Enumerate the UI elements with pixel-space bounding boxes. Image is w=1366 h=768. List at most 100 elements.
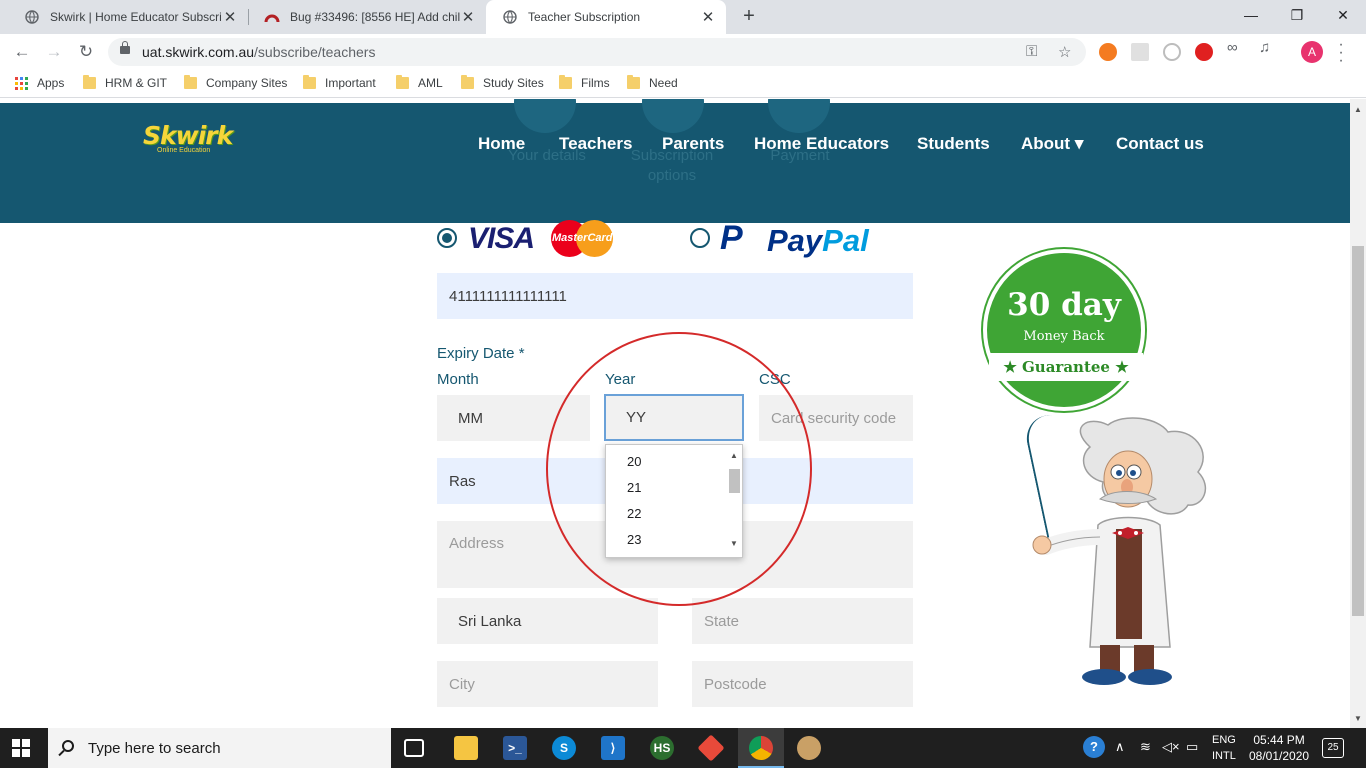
professor-mascot bbox=[1032, 417, 1207, 685]
help-icon[interactable]: ? bbox=[1083, 736, 1105, 758]
apps-icon bbox=[15, 76, 28, 90]
tab-title: Skwirk | Home Educator Subscrip bbox=[50, 10, 222, 24]
powershell-icon[interactable]: >_ bbox=[503, 736, 527, 760]
paint-icon[interactable] bbox=[797, 736, 821, 760]
folder-icon bbox=[396, 75, 409, 89]
bookmark-folder[interactable]: Important bbox=[303, 75, 376, 90]
new-tab-icon[interactable]: + bbox=[737, 4, 761, 28]
battery-icon[interactable]: ▭ bbox=[1186, 739, 1198, 755]
visa-logo: VISA bbox=[468, 222, 535, 255]
bookmarks-bar: Apps HRM & GIT Company Sites Important A… bbox=[0, 70, 1366, 98]
state-input[interactable]: State bbox=[692, 598, 913, 644]
city-input[interactable]: City bbox=[437, 661, 658, 707]
scroll-down-icon[interactable]: ▼ bbox=[1354, 714, 1362, 723]
tab-title: Bug #33496: [8556 HE] Add child bbox=[290, 10, 460, 24]
money-back-balloon: 30 day Money Back ★ Guarantee ★ bbox=[983, 249, 1145, 411]
search-icon bbox=[62, 740, 74, 752]
paypal-p-icon: P bbox=[720, 219, 743, 257]
infinity-icon[interactable]: ∞ bbox=[1227, 39, 1245, 57]
extension-icon[interactable] bbox=[1099, 43, 1117, 61]
skwirk-logo[interactable]: Skwirk Online Education bbox=[143, 121, 233, 154]
tab-home-educator[interactable]: Skwirk | Home Educator Subscrip ✕ bbox=[8, 0, 248, 34]
nav-parents[interactable]: Parents bbox=[662, 134, 724, 154]
bookmark-folder[interactable]: HRM & GIT bbox=[83, 75, 167, 90]
country-select[interactable]: Sri Lanka bbox=[437, 598, 658, 644]
menu-icon[interactable]: · · · bbox=[1336, 37, 1346, 69]
tab-strip: Skwirk | Home Educator Subscrip ✕ Bug #3… bbox=[0, 0, 1366, 34]
nav-about[interactable]: About ▾ bbox=[1021, 134, 1083, 154]
step-circle bbox=[642, 99, 704, 133]
close-tab-icon[interactable]: ✕ bbox=[222, 8, 238, 26]
postcode-input[interactable]: Postcode bbox=[692, 661, 913, 707]
vscode-icon[interactable]: ⟩ bbox=[601, 736, 625, 760]
back-icon[interactable]: ← bbox=[10, 40, 34, 64]
close-window-icon[interactable]: ✕ bbox=[1320, 0, 1366, 30]
bookmark-folder[interactable]: AML bbox=[396, 75, 443, 90]
folder-icon bbox=[83, 75, 96, 89]
windows-taskbar: Type here to search >_ S ⟩ HS ? ∧ ≋ ◁× ▭… bbox=[0, 728, 1366, 768]
page-scroll-thumb[interactable] bbox=[1352, 246, 1364, 616]
expiry-date-label: Expiry Date * bbox=[437, 345, 525, 362]
key-icon[interactable]: ⚿ bbox=[1026, 43, 1037, 60]
profile-avatar[interactable]: A bbox=[1301, 41, 1323, 63]
task-view-icon[interactable] bbox=[404, 739, 424, 757]
bookmark-folder[interactable]: Company Sites bbox=[184, 75, 287, 90]
address-bar[interactable]: uat.skwirk.com.au/subscribe/teachers ⚿ ☆ bbox=[108, 38, 1086, 66]
card-payment-radio[interactable] bbox=[437, 228, 457, 248]
taskbar-search[interactable]: Type here to search bbox=[48, 728, 391, 768]
folder-icon bbox=[303, 75, 316, 89]
bookmark-folder[interactable]: Films bbox=[559, 75, 610, 90]
heidisql-icon[interactable]: HS bbox=[650, 736, 674, 760]
folder-icon bbox=[461, 75, 474, 89]
mastercard-logo: MasterCard bbox=[551, 220, 613, 257]
card-number-input[interactable]: 4111111111111111 bbox=[437, 273, 913, 319]
restore-icon[interactable]: ❐ bbox=[1274, 0, 1320, 30]
taskbar-clock[interactable]: 05:44 PM 08/01/2020 bbox=[1249, 732, 1309, 764]
folder-icon bbox=[627, 75, 640, 89]
git-icon[interactable] bbox=[697, 734, 725, 762]
bookmark-folder[interactable]: Need bbox=[627, 75, 678, 90]
close-tab-icon[interactable]: ✕ bbox=[460, 8, 476, 26]
tab-bug[interactable]: Bug #33496: [8556 HE] Add child ✕ bbox=[248, 0, 486, 34]
music-icon[interactable]: ♫ bbox=[1259, 39, 1277, 57]
nav-contact[interactable]: Contact us bbox=[1116, 134, 1204, 154]
page-viewport: Your details Subscription options Paymen… bbox=[0, 99, 1350, 728]
tab-teacher-subscription[interactable]: Teacher Subscription ✕ bbox=[486, 0, 726, 34]
folder-icon bbox=[559, 75, 572, 89]
page-scrollbar[interactable]: ▲ ▼ bbox=[1350, 99, 1366, 728]
tab-title: Teacher Subscription bbox=[528, 10, 641, 24]
step-circle bbox=[768, 99, 830, 133]
volume-icon[interactable]: ◁× bbox=[1162, 739, 1180, 755]
globe-icon bbox=[502, 9, 518, 25]
globe-icon bbox=[24, 9, 40, 25]
scroll-up-icon[interactable]: ▲ bbox=[1354, 105, 1362, 114]
chrome-icon[interactable] bbox=[749, 736, 773, 760]
windows-start-icon[interactable] bbox=[12, 739, 30, 757]
notifications-icon[interactable]: 25 bbox=[1322, 738, 1344, 758]
lock-icon bbox=[120, 41, 130, 54]
extension-icon[interactable] bbox=[1163, 43, 1181, 61]
paypal-radio[interactable] bbox=[690, 228, 710, 248]
wifi-icon[interactable]: ≋ bbox=[1140, 739, 1151, 755]
nav-teachers[interactable]: Teachers bbox=[559, 134, 632, 154]
folder-icon bbox=[184, 75, 197, 89]
skype-icon[interactable]: S bbox=[552, 736, 576, 760]
forward-icon[interactable]: → bbox=[42, 40, 66, 64]
extension-icon[interactable] bbox=[1131, 43, 1149, 61]
step-circle bbox=[514, 99, 576, 133]
nav-students[interactable]: Students bbox=[917, 134, 990, 154]
nav-home[interactable]: Home bbox=[478, 134, 525, 154]
reload-icon[interactable]: ↻ bbox=[74, 40, 98, 64]
file-explorer-icon[interactable] bbox=[454, 736, 478, 760]
minimize-icon[interactable]: — bbox=[1228, 0, 1274, 30]
tray-chevron-icon[interactable]: ∧ bbox=[1115, 739, 1125, 755]
bookmark-star-icon[interactable]: ☆ bbox=[1058, 43, 1071, 61]
nav-home-educators[interactable]: Home Educators bbox=[754, 134, 889, 154]
extension-icon[interactable] bbox=[1195, 43, 1213, 61]
bookmark-apps[interactable]: Apps bbox=[15, 76, 64, 90]
annotation-circle bbox=[546, 332, 812, 606]
input-language[interactable]: ENG INTL bbox=[1212, 732, 1236, 764]
bookmark-folder[interactable]: Study Sites bbox=[461, 75, 544, 90]
close-tab-icon[interactable]: ✕ bbox=[700, 8, 716, 26]
browser-toolbar: ← → ↻ uat.skwirk.com.au/subscribe/teache… bbox=[0, 34, 1366, 70]
